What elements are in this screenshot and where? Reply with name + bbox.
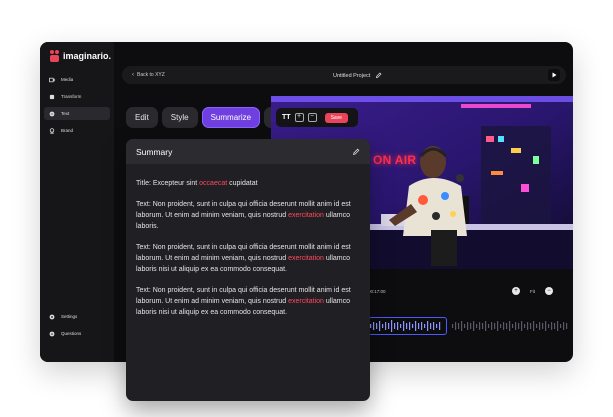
sidebar-item-brand[interactable]: Brand: [44, 124, 110, 137]
tab-style[interactable]: Style: [161, 107, 198, 128]
sidebar-nav: Media Transform Text Brand: [44, 73, 110, 141]
back-label: Back to XYZ: [137, 72, 165, 78]
summary-paragraph: Text: Non proident, sunt in culpa qui of…: [136, 201, 351, 230]
tab-summarize[interactable]: Summarize: [201, 107, 261, 128]
zoom-out-button[interactable]: −: [545, 287, 553, 295]
project-title[interactable]: Untitled Project: [333, 72, 382, 79]
timecode: 00:17:00: [368, 289, 386, 294]
pencil-icon[interactable]: [375, 72, 382, 79]
settings-icon: [49, 314, 55, 319]
pencil-icon[interactable]: [352, 148, 360, 156]
increase-button[interactable]: +: [294, 113, 304, 122]
sidebar-item-settings[interactable]: Settings: [44, 310, 110, 323]
summary-body[interactable]: Title: Excepteur sint occaecat cupidatat…: [126, 164, 370, 318]
sidebar-item-label: Text: [61, 111, 70, 116]
logo: imaginario.: [50, 50, 111, 62]
summary-title: Summary: [136, 146, 173, 157]
on-air-sign: ON AIR: [373, 153, 417, 167]
sidebar-item-label: Settings: [61, 314, 78, 319]
top-bar: ‹ Back to XYZ Untitled Project: [122, 66, 566, 84]
save-button[interactable]: Save: [324, 112, 348, 123]
summary-panel: Summary Title: Excepteur sint occaecat c…: [126, 139, 370, 401]
summary-paragraph: Text: Non proident, sunt in culpa qui of…: [136, 244, 351, 273]
sidebar-item-label: Transform: [61, 94, 82, 99]
logo-icon: [50, 50, 59, 62]
summary-paragraph: Text: Non proident, sunt in culpa qui of…: [136, 287, 351, 316]
text-icon: [49, 111, 55, 116]
help-icon: [49, 331, 55, 336]
back-button[interactable]: ‹ Back to XYZ: [132, 72, 165, 78]
sidebar-bottom: Settings Questions: [44, 310, 110, 344]
sidebar-item-questions[interactable]: Questions: [44, 327, 110, 340]
fit-label[interactable]: Fit: [530, 289, 535, 294]
sidebar-item-label: Questions: [61, 331, 82, 336]
sidebar-item-label: Media: [61, 77, 74, 82]
text-toolbox: TT + − Save: [276, 108, 358, 127]
brand-icon: [49, 127, 55, 134]
chevron-left-icon: ‹: [132, 72, 134, 78]
zoom-in-button[interactable]: +: [512, 287, 520, 295]
sidebar-item-label: Brand: [61, 128, 74, 133]
sidebar-item-media[interactable]: Media: [44, 73, 110, 86]
tab-edit[interactable]: Edit: [126, 107, 158, 128]
media-icon: [49, 77, 55, 82]
selected-clip[interactable]: [368, 317, 447, 335]
summary-header: Summary: [126, 139, 370, 164]
play-icon[interactable]: [548, 69, 560, 81]
transform-icon: [49, 94, 55, 99]
project-title-text: Untitled Project: [333, 72, 371, 79]
sidebar: imaginario. Media Transform Text Brand S…: [40, 42, 114, 362]
logo-text: imaginario.: [63, 51, 112, 61]
sidebar-item-text[interactable]: Text: [44, 107, 110, 120]
text-size-icon[interactable]: TT: [282, 114, 291, 121]
sidebar-item-transform[interactable]: Transform: [44, 90, 110, 103]
zoom-controls: + Fit −: [512, 287, 553, 295]
decrease-button[interactable]: −: [307, 113, 317, 122]
summary-title-line: Title: Excepteur sint occaecat cupidatat: [136, 180, 258, 187]
